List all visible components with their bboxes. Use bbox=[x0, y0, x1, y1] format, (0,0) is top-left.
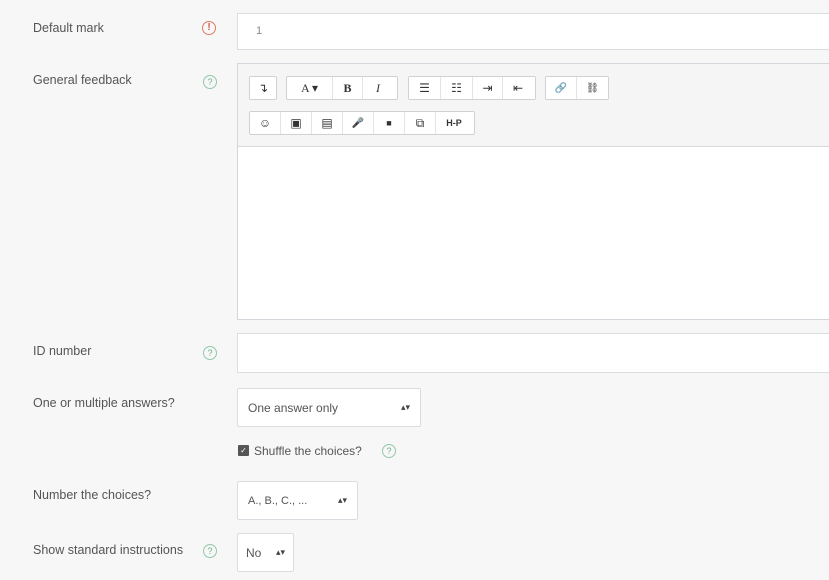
unlink-icon[interactable]: ⛓ bbox=[577, 77, 608, 99]
toolbar-group-style: A ▾ B I bbox=[286, 76, 398, 100]
answers-selected: One answer only bbox=[248, 400, 339, 415]
italic-button[interactable]: I bbox=[363, 77, 393, 99]
help-icon[interactable]: ? bbox=[203, 75, 217, 89]
answers-label: One or multiple answers? bbox=[33, 396, 175, 410]
editor-toolbar: ↴ A ▾ B I ☰ ☷ ⇥ ⇤ 🔗 ⛓ ☺ ▣ ▤ 🎤 ■ ⧉ H-P bbox=[238, 64, 829, 147]
answers-select[interactable]: One answer only ▴▾ bbox=[237, 388, 421, 427]
instructions-label: Show standard instructions bbox=[33, 543, 184, 557]
show-more-buttons-icon[interactable]: ↴ bbox=[250, 77, 276, 99]
shuffle-checkbox[interactable]: ✓ bbox=[238, 445, 249, 456]
paragraph-styles-button[interactable]: A ▾ bbox=[287, 77, 333, 99]
emoji-icon[interactable]: ☺ bbox=[250, 112, 281, 134]
select-arrows-icon: ▴▾ bbox=[337, 495, 347, 505]
shuffle-label: Shuffle the choices? bbox=[254, 444, 362, 458]
help-icon[interactable]: ? bbox=[203, 346, 217, 360]
outdent-icon[interactable]: ⇤ bbox=[503, 77, 533, 99]
default-mark-label: Default mark bbox=[33, 21, 104, 35]
instructions-select[interactable]: No ▴▾ bbox=[237, 533, 294, 572]
select-arrows-icon: ▴▾ bbox=[275, 547, 285, 557]
help-icon[interactable]: ? bbox=[203, 544, 217, 558]
numbering-selected: A., B., C., ... bbox=[248, 494, 308, 507]
default-mark-value: 1 bbox=[256, 25, 263, 37]
manage-files-icon[interactable]: ⧉ bbox=[405, 112, 436, 134]
toolbar-group-collapse: ↴ bbox=[249, 76, 277, 100]
required-icon: ! bbox=[202, 21, 216, 35]
numbering-label: Number the choices? bbox=[33, 488, 152, 502]
unordered-list-icon[interactable]: ☰ bbox=[409, 77, 441, 99]
general-feedback-label: General feedback bbox=[33, 73, 132, 87]
toolbar-group-lists: ☰ ☷ ⇥ ⇤ bbox=[408, 76, 536, 100]
indent-icon[interactable]: ⇥ bbox=[473, 77, 503, 99]
bold-button[interactable]: B bbox=[333, 77, 363, 99]
editor-content-area[interactable] bbox=[238, 147, 829, 319]
default-mark-input[interactable]: 1 bbox=[237, 13, 829, 50]
select-arrows-icon: ▴▾ bbox=[400, 402, 410, 412]
link-icon[interactable]: 🔗 bbox=[546, 77, 577, 99]
help-icon[interactable]: ? bbox=[382, 444, 396, 458]
toolbar-group-media: ☺ ▣ ▤ 🎤 ■ ⧉ H-P bbox=[249, 111, 475, 135]
ordered-list-icon[interactable]: ☷ bbox=[441, 77, 473, 99]
id-number-label: ID number bbox=[33, 344, 92, 358]
toolbar-group-links: 🔗 ⛓ bbox=[545, 76, 609, 100]
image-icon[interactable]: ▣ bbox=[281, 112, 312, 134]
general-feedback-editor: ↴ A ▾ B I ☰ ☷ ⇥ ⇤ 🔗 ⛓ ☺ ▣ ▤ 🎤 ■ ⧉ H-P bbox=[237, 63, 829, 320]
video-camera-icon[interactable]: ■ bbox=[374, 112, 405, 134]
numbering-select[interactable]: A., B., C., ... ▴▾ bbox=[237, 481, 358, 520]
h5p-icon[interactable]: H-P bbox=[436, 112, 472, 134]
media-icon[interactable]: ▤ bbox=[312, 112, 343, 134]
microphone-icon[interactable]: 🎤 bbox=[343, 112, 374, 134]
id-number-input[interactable] bbox=[237, 333, 829, 373]
instructions-selected: No bbox=[246, 545, 262, 560]
